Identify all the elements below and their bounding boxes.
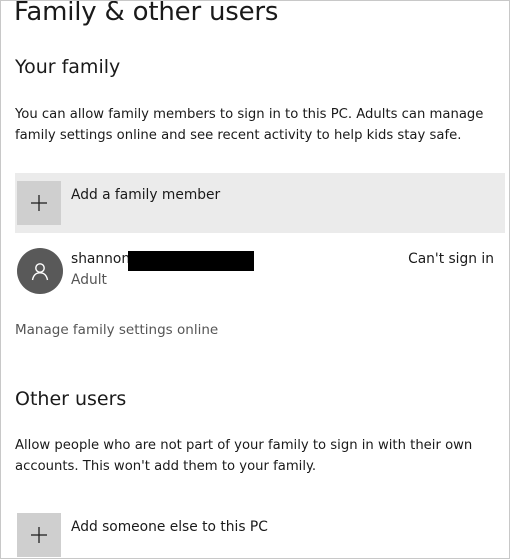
- other-users-heading: Other users: [15, 388, 127, 410]
- plus-icon: [17, 513, 61, 557]
- your-family-description: You can allow family members to sign in …: [15, 107, 484, 143]
- family-member-name: shannon: [71, 251, 131, 267]
- add-someone-else-label: Add someone else to this PC: [71, 519, 268, 535]
- page-title: Family & other users: [14, 0, 279, 27]
- other-users-description: Allow people who are not part of your fa…: [15, 438, 473, 474]
- family-member-status: Can't sign in: [408, 251, 494, 267]
- person-icon: [17, 248, 63, 294]
- manage-family-settings-link[interactable]: Manage family settings online: [15, 322, 218, 338]
- family-member-row[interactable]: shannon Adult Can't sign in: [15, 244, 505, 300]
- your-family-heading: Your family: [15, 56, 121, 78]
- add-family-member-button[interactable]: Add a family member: [15, 173, 505, 233]
- plus-icon: [17, 181, 61, 225]
- add-someone-else-button[interactable]: Add someone else to this PC: [15, 505, 505, 558]
- redaction-bar: [128, 251, 254, 271]
- settings-window: Family & other users Your family You can…: [0, 0, 510, 559]
- add-family-member-label: Add a family member: [71, 187, 221, 203]
- family-member-role: Adult: [71, 272, 107, 288]
